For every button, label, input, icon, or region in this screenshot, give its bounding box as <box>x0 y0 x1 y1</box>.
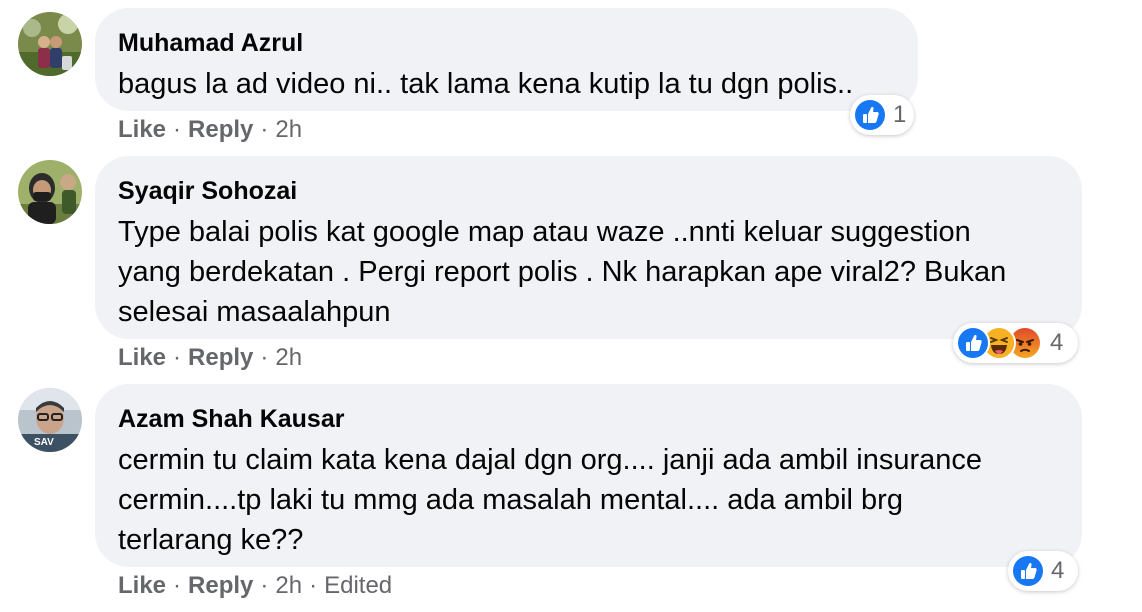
comment-author[interactable]: Muhamad Azrul <box>118 28 894 58</box>
separator: · <box>260 116 269 143</box>
comment-text: Type balai polis kat google map atau waz… <box>118 216 1007 328</box>
comment-text: cermin tu claim kata kena dajal dgn org.… <box>118 444 983 556</box>
avatar[interactable] <box>18 12 82 76</box>
separator: · <box>260 572 269 599</box>
separator: · <box>173 344 182 371</box>
like-icon <box>853 98 887 132</box>
reply-link[interactable]: Reply <box>188 572 253 599</box>
separator: · <box>309 572 318 599</box>
comment-bubble: Muhamad Azrul bagus la ad video ni.. tak… <box>95 8 918 111</box>
timestamp[interactable]: 2h <box>275 116 302 143</box>
reaction-summary[interactable]: 4 <box>1008 551 1078 591</box>
like-icon <box>1011 554 1045 588</box>
separator: · <box>173 572 182 599</box>
separator: · <box>173 116 182 143</box>
avatar[interactable]: SAV <box>18 388 82 452</box>
reply-link[interactable]: Reply <box>188 344 253 371</box>
like-icon <box>956 326 990 360</box>
edited-label[interactable]: Edited <box>324 572 392 599</box>
comment-author[interactable]: Syaqir Sohozai <box>118 176 1058 206</box>
reply-link[interactable]: Reply <box>188 116 253 143</box>
comment-bubble: Syaqir Sohozai Type balai polis kat goog… <box>95 156 1082 339</box>
like-link[interactable]: Like <box>118 572 166 599</box>
comment-text: bagus la ad video ni.. tak lama kena kut… <box>118 68 854 100</box>
comment-actions: Like · Reply · 2h <box>118 343 302 373</box>
reaction-summary[interactable]: 1 <box>850 95 914 135</box>
comment-actions: Like · Reply · 2h · Edited <box>118 571 392 601</box>
comment-author[interactable]: Azam Shah Kausar <box>118 404 1058 434</box>
like-link[interactable]: Like <box>118 344 166 371</box>
avatar-label: SAV <box>34 437 54 448</box>
comment-actions: Like · Reply · 2h <box>118 115 302 145</box>
reaction-summary[interactable]: 4 <box>953 323 1078 363</box>
reaction-count: 4 <box>1050 329 1064 356</box>
timestamp[interactable]: 2h <box>275 344 302 371</box>
reaction-count: 1 <box>893 101 907 128</box>
separator: · <box>260 344 269 371</box>
avatar[interactable] <box>18 160 82 224</box>
timestamp[interactable]: 2h <box>275 572 302 599</box>
reaction-count: 4 <box>1051 557 1065 584</box>
like-link[interactable]: Like <box>118 116 166 143</box>
comment-bubble: Azam Shah Kausar cermin tu claim kata ke… <box>95 384 1082 567</box>
